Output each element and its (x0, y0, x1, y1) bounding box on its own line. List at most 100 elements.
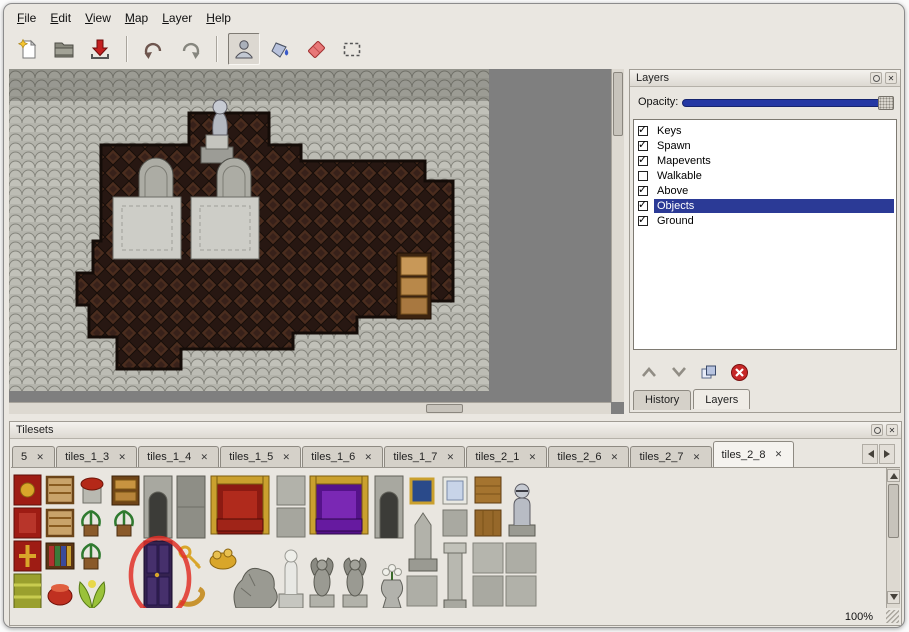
map-canvas[interactable] (9, 69, 489, 391)
tile-red-throne[interactable] (211, 476, 269, 534)
tab-close-icon[interactable] (34, 451, 46, 463)
tile-loom[interactable] (47, 477, 73, 536)
tile-rock-pile[interactable] (234, 568, 277, 608)
stamp-tool-button[interactable] (228, 33, 260, 65)
tile-picture-frame[interactable] (411, 479, 433, 503)
layer-row[interactable]: Objects (634, 198, 896, 213)
close-panel-button[interactable] (886, 424, 898, 436)
panel-tab[interactable]: History (633, 390, 691, 410)
scroll-down-button[interactable] (887, 591, 900, 604)
delete-layer-button[interactable] (726, 361, 752, 383)
tile-dark-stone[interactable] (177, 476, 205, 538)
tile-banana-plant[interactable] (79, 580, 105, 608)
tab-close-icon[interactable] (444, 451, 456, 463)
tile-purple-throne[interactable] (310, 476, 368, 534)
tile-stone-block[interactable] (443, 510, 467, 536)
tile-stone-block[interactable] (277, 476, 305, 537)
map-vscroll-thumb[interactable] (613, 72, 623, 136)
tile-pillar[interactable] (444, 543, 466, 608)
tile-plant[interactable] (82, 544, 99, 569)
selection-tool-button[interactable] (336, 33, 368, 65)
menu-item[interactable]: File (12, 10, 45, 28)
redo-button[interactable] (174, 33, 206, 65)
tileset-tab[interactable]: 5 (12, 446, 55, 467)
scroll-tabs-left-button[interactable] (862, 444, 878, 464)
layer-row[interactable]: Above (634, 183, 896, 198)
resize-grip[interactable] (886, 610, 899, 623)
tab-close-icon[interactable] (116, 451, 128, 463)
tile-plant[interactable] (115, 511, 132, 536)
open-map-button[interactable] (48, 33, 80, 65)
tab-close-icon[interactable] (362, 451, 374, 463)
tile-wood-crate[interactable] (475, 477, 501, 536)
new-map-button[interactable] (12, 33, 44, 65)
layer-row[interactable]: Walkable (634, 168, 896, 183)
menu-item[interactable]: Edit (45, 10, 80, 28)
tileset-vscroll-thumb[interactable] (888, 484, 899, 538)
layer-visibility-checkbox[interactable] (638, 141, 648, 151)
tileset-vertical-scrollbar[interactable] (886, 468, 900, 608)
tileset-tab[interactable]: tiles_2_1 (466, 446, 547, 467)
tileset-tab[interactable]: tiles_2_8 (713, 441, 794, 467)
menu-item[interactable]: Layer (157, 10, 201, 28)
tile-knight-armor[interactable] (509, 484, 535, 536)
panel-tab[interactable]: Layers (693, 389, 750, 409)
move-layer-down-button[interactable] (666, 361, 692, 383)
undo-button[interactable] (138, 33, 170, 65)
layer-visibility-checkbox[interactable] (638, 171, 648, 181)
tile-bookshelf[interactable] (46, 543, 74, 569)
layer-visibility-checkbox[interactable] (638, 216, 648, 226)
layer-row[interactable]: Spawn (634, 138, 896, 153)
tileset-tab[interactable]: tiles_2_6 (548, 446, 629, 467)
tile-red-pot[interactable] (48, 584, 72, 605)
tile-stone-arch[interactable] (375, 476, 403, 538)
opacity-slider-handle[interactable] (878, 96, 894, 110)
float-panel-button[interactable] (871, 424, 883, 436)
tile-gargoyle[interactable] (343, 558, 367, 607)
tileset-tab[interactable]: tiles_1_4 (138, 446, 219, 467)
tileset-tab[interactable]: tiles_2_7 (630, 446, 711, 467)
tileset-tab[interactable]: tiles_1_7 (384, 446, 465, 467)
tile-gargoyle[interactable] (310, 558, 334, 607)
layer-row[interactable]: Keys (634, 123, 896, 138)
tile-white-statue[interactable] (279, 550, 303, 608)
tab-close-icon[interactable] (198, 451, 210, 463)
scroll-up-button[interactable] (887, 469, 900, 482)
tab-close-icon[interactable] (691, 451, 703, 463)
menu-item[interactable]: Help (201, 10, 240, 28)
move-layer-up-button[interactable] (636, 361, 662, 383)
tile-monument[interactable] (409, 513, 437, 571)
tile-stone-arch[interactable] (144, 476, 172, 538)
fill-tool-button[interactable] (264, 33, 296, 65)
menu-item[interactable]: View (80, 10, 120, 28)
close-panel-button[interactable] (885, 72, 897, 84)
scroll-tabs-right-button[interactable] (879, 444, 895, 464)
layer-visibility-checkbox[interactable] (638, 126, 648, 136)
layer-visibility-checkbox[interactable] (638, 186, 648, 196)
tile-plant[interactable] (82, 511, 99, 536)
layer-row[interactable]: Mapevents (634, 153, 896, 168)
layer-visibility-checkbox[interactable] (638, 201, 648, 211)
map-vertical-scrollbar[interactable] (611, 69, 624, 402)
map-hscroll-thumb[interactable] (426, 404, 463, 413)
tile-treasure-pile[interactable] (210, 549, 236, 569)
map-horizontal-scrollbar[interactable] (9, 402, 611, 414)
tile-purple-door[interactable] (144, 541, 172, 608)
tile-flower-vase[interactable] (381, 565, 402, 609)
tab-close-icon[interactable] (773, 449, 785, 461)
tile-pedestal-bowl[interactable] (81, 478, 103, 503)
menu-item[interactable]: Map (120, 10, 157, 28)
save-map-button[interactable] (84, 33, 116, 65)
float-panel-button[interactable] (870, 72, 882, 84)
opacity-slider[interactable] (682, 99, 892, 107)
tab-close-icon[interactable] (526, 451, 538, 463)
layer-row[interactable]: Ground (634, 213, 896, 228)
tile-white-door[interactable] (443, 477, 467, 504)
tile-banner-red[interactable] (14, 475, 41, 571)
tile-banner-green[interactable] (14, 574, 41, 608)
tab-close-icon[interactable] (280, 451, 292, 463)
tab-close-icon[interactable] (608, 451, 620, 463)
duplicate-layer-button[interactable] (696, 361, 722, 383)
tileset-tab[interactable]: tiles_1_6 (302, 446, 383, 467)
tileset-tab[interactable]: tiles_1_3 (56, 446, 137, 467)
